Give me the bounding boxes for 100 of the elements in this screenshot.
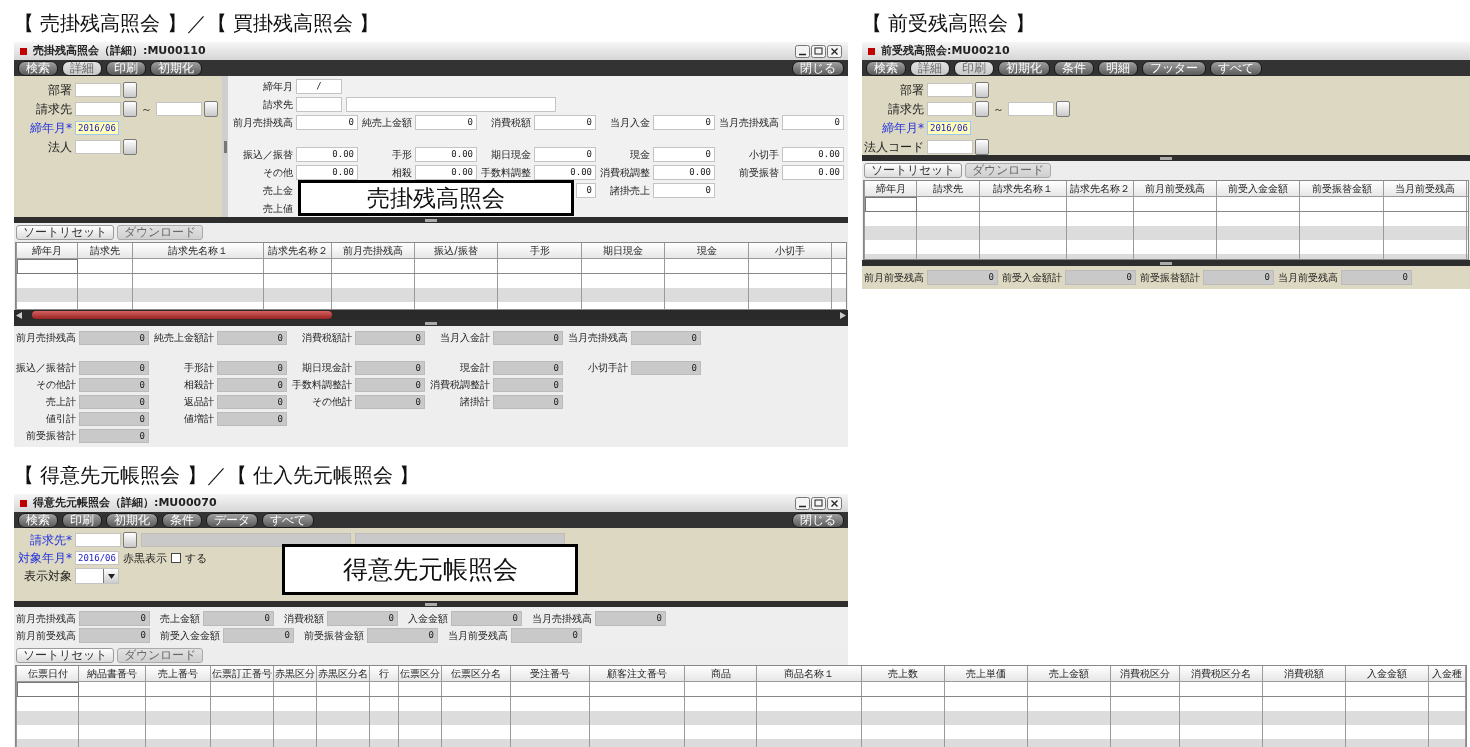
- toolbar-button[interactable]: 検索: [18, 512, 58, 528]
- toolbar-button[interactable]: すべて: [262, 512, 314, 528]
- close-button[interactable]: 閉じる: [792, 512, 844, 528]
- column-header[interactable]: 請求先名称２: [1066, 181, 1134, 197]
- column-header[interactable]: 前受振替金額: [1299, 181, 1384, 197]
- lookup-button[interactable]: [975, 82, 989, 98]
- toolbar-button[interactable]: データ: [206, 512, 258, 528]
- column-header[interactable]: 赤黒区分名: [316, 666, 370, 682]
- amount-field[interactable]: 0: [653, 183, 715, 198]
- lookup-button[interactable]: [123, 139, 137, 155]
- lookup-button[interactable]: [1056, 101, 1070, 117]
- toolbar-button[interactable]: 検索: [866, 60, 906, 76]
- toolbar-button[interactable]: 検索: [18, 60, 58, 76]
- scrollbar-thumb[interactable]: [32, 311, 332, 319]
- lookup-button[interactable]: [123, 101, 137, 117]
- column-header[interactable]: 請求先名称１: [979, 181, 1067, 197]
- column-header[interactable]: 伝票日付: [16, 666, 79, 682]
- column-header[interactable]: 売上単価: [944, 666, 1028, 682]
- column-header[interactable]: 消費税額: [1262, 666, 1346, 682]
- lookup-button[interactable]: [123, 532, 137, 548]
- amount-field[interactable]: 0.00: [415, 165, 477, 180]
- amount-field[interactable]: 0: [653, 115, 715, 130]
- column-header[interactable]: 請求先名称１: [132, 243, 264, 259]
- amount-field[interactable]: 0.00: [782, 147, 844, 162]
- toolbar-button[interactable]: 明細: [1098, 60, 1138, 76]
- column-header[interactable]: 前月売掛残高: [331, 243, 415, 259]
- toolbar-button[interactable]: 条件: [162, 512, 202, 528]
- lookup-button[interactable]: [204, 101, 218, 117]
- amount-field[interactable]: 0.00: [296, 147, 358, 162]
- text-field[interactable]: [75, 83, 121, 97]
- close-button[interactable]: 閉じる: [792, 60, 844, 76]
- toolbar-button[interactable]: 初期化: [998, 60, 1050, 76]
- column-header[interactable]: 売上番号: [145, 666, 211, 682]
- column-header[interactable]: 手形: [497, 243, 582, 259]
- date-field[interactable]: 2016/06: [75, 121, 119, 135]
- lookup-button[interactable]: [123, 82, 137, 98]
- close-icon[interactable]: [827, 496, 842, 510]
- toolbar-button[interactable]: 印刷: [106, 60, 146, 76]
- code-field[interactable]: [296, 97, 342, 112]
- text-field[interactable]: [927, 83, 973, 97]
- amount-field[interactable]: 0.00: [782, 165, 844, 180]
- amount-field[interactable]: 0: [296, 115, 358, 130]
- checkbox[interactable]: [170, 553, 181, 563]
- scroll-right-icon[interactable]: [840, 311, 846, 319]
- column-header[interactable]: 請求先名称２: [263, 243, 332, 259]
- text-field[interactable]: [75, 533, 121, 547]
- column-header[interactable]: 消費税区分名: [1179, 666, 1263, 682]
- date-field[interactable]: 2016/06: [75, 551, 119, 565]
- column-header[interactable]: 入金金額: [1345, 666, 1429, 682]
- column-header[interactable]: 伝票区分名: [441, 666, 511, 682]
- column-header[interactable]: 顧客注文番号: [589, 666, 685, 682]
- toolbar-button[interactable]: 初期化: [150, 60, 202, 76]
- table-button[interactable]: ソートリセット: [16, 225, 114, 240]
- text-field[interactable]: [75, 102, 121, 116]
- toolbar-button[interactable]: 印刷: [62, 512, 102, 528]
- column-header[interactable]: 商品名称１: [756, 666, 862, 682]
- column-header[interactable]: 当月前受残高: [1383, 181, 1467, 197]
- column-header[interactable]: 受注番号: [510, 666, 590, 682]
- column-header[interactable]: 現金: [664, 243, 749, 259]
- maximize-icon[interactable]: [811, 44, 826, 58]
- column-header[interactable]: 前受入金金額: [1216, 181, 1300, 197]
- amount-field[interactable]: 0.00: [296, 165, 358, 180]
- column-header[interactable]: 伝票訂正番号: [210, 666, 274, 682]
- period-field[interactable]: /: [296, 79, 342, 94]
- date-field[interactable]: 2016/06: [927, 121, 971, 135]
- column-header[interactable]: 消費税区分: [1110, 666, 1180, 682]
- column-header[interactable]: 伝票区分: [398, 666, 442, 682]
- column-header[interactable]: 小切手: [748, 243, 832, 259]
- column-header[interactable]: 締年月: [16, 243, 78, 259]
- column-header[interactable]: 締年月: [864, 181, 917, 197]
- column-header[interactable]: 商品: [684, 666, 757, 682]
- amount-field[interactable]: 0: [782, 115, 844, 130]
- horizontal-scrollbar[interactable]: [14, 310, 848, 320]
- amount-field[interactable]: 0: [415, 115, 477, 130]
- amount-field[interactable]: 0: [653, 147, 715, 162]
- amount-field[interactable]: 0: [534, 147, 596, 162]
- column-header[interactable]: 売上金額: [1027, 666, 1111, 682]
- toolbar-button[interactable]: 条件: [1054, 60, 1094, 76]
- toolbar-button[interactable]: 初期化: [106, 512, 158, 528]
- text-field[interactable]: [1008, 102, 1054, 116]
- column-header[interactable]: 前月前受残高: [1133, 181, 1217, 197]
- close-icon[interactable]: [827, 44, 842, 58]
- lookup-button[interactable]: [975, 139, 989, 155]
- text-field[interactable]: [75, 140, 121, 154]
- column-header[interactable]: 行: [369, 666, 399, 682]
- dropdown[interactable]: [75, 568, 119, 584]
- table-button[interactable]: ソートリセット: [864, 163, 962, 178]
- amount-field[interactable]: 0: [534, 115, 596, 130]
- column-header[interactable]: 期日現金: [581, 243, 665, 259]
- name-field[interactable]: [346, 97, 556, 112]
- table-button[interactable]: ソートリセット: [16, 648, 114, 663]
- column-header[interactable]: 振込/振替: [414, 243, 498, 259]
- text-field[interactable]: [156, 102, 202, 116]
- column-header[interactable]: 売上数: [861, 666, 945, 682]
- scroll-left-icon[interactable]: [16, 311, 22, 319]
- amount-field[interactable]: 0.00: [653, 165, 715, 180]
- amount-field[interactable]: 0.00: [415, 147, 477, 162]
- toolbar-button[interactable]: すべて: [1210, 60, 1262, 76]
- toolbar-button[interactable]: フッター: [1142, 60, 1206, 76]
- maximize-icon[interactable]: [811, 496, 826, 510]
